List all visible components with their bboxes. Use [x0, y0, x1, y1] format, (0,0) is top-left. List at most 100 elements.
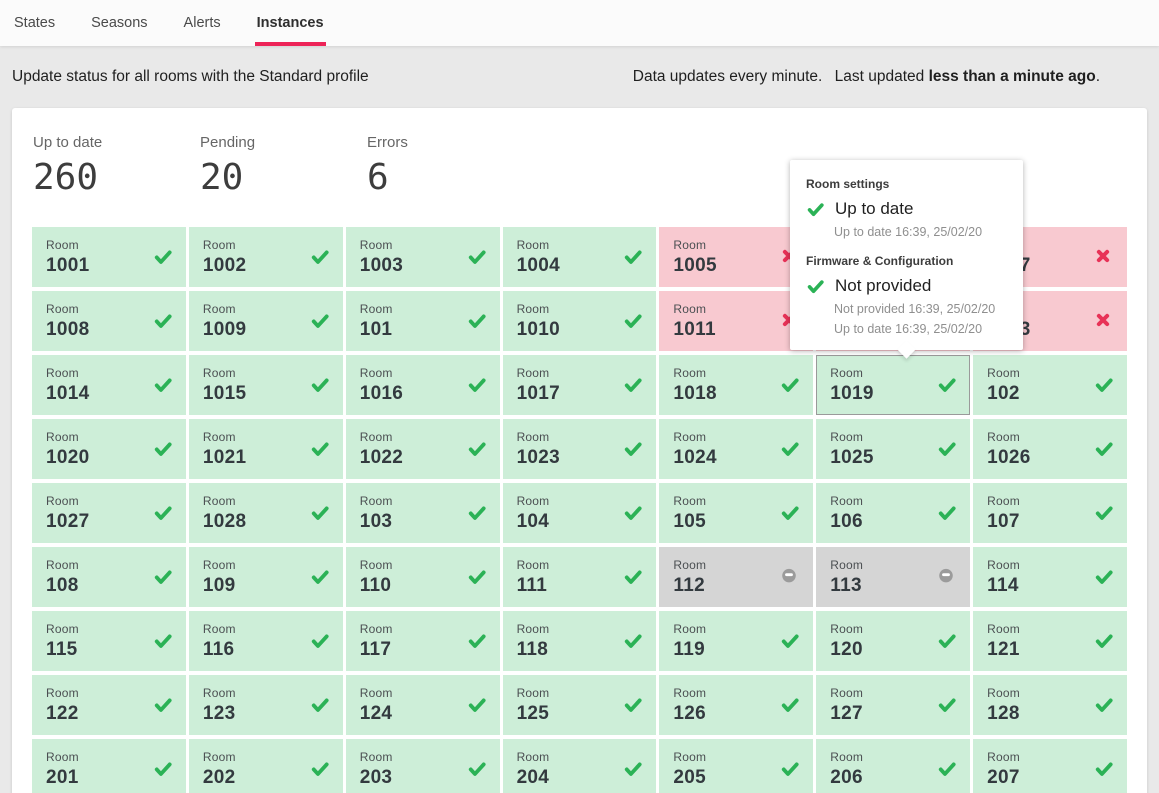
check-icon [467, 247, 487, 267]
room-card[interactable]: Room 1014 [32, 355, 186, 415]
tooltip-detail: Up to date 16:39, 25/02/20 [834, 322, 1007, 336]
update-frequency-text: Data updates every minute. [633, 68, 823, 85]
room-card[interactable]: Room 124 [346, 675, 500, 735]
check-icon [467, 375, 487, 395]
room-card[interactable]: Room 1009 [189, 291, 343, 351]
room-card[interactable]: Room 110 [346, 547, 500, 607]
last-updated-period: . [1096, 68, 1100, 85]
tab-states[interactable]: States [12, 0, 57, 46]
room-card[interactable]: Room 116 [189, 611, 343, 671]
error-x-icon [1094, 247, 1114, 267]
check-icon [310, 567, 330, 587]
room-card[interactable]: Room 207 [973, 739, 1127, 793]
room-card[interactable]: Room 123 [189, 675, 343, 735]
check-icon [623, 631, 643, 651]
room-card[interactable]: Room 127 [816, 675, 970, 735]
check-icon [1094, 759, 1114, 779]
room-card[interactable]: Room 1028 [189, 483, 343, 543]
pending-icon [937, 567, 957, 587]
room-card[interactable]: Room 1025 [816, 419, 970, 479]
room-card[interactable]: Room 108 [32, 547, 186, 607]
room-card[interactable]: Room 1027 [32, 483, 186, 543]
check-icon [780, 759, 800, 779]
room-card[interactable]: Room 105 [659, 483, 813, 543]
check-icon [1094, 695, 1114, 715]
room-card[interactable]: Room 202 [189, 739, 343, 793]
room-card[interactable]: Room 126 [659, 675, 813, 735]
room-card[interactable]: Room 203 [346, 739, 500, 793]
room-card[interactable]: Room 1016 [346, 355, 500, 415]
room-card[interactable]: Room 103 [346, 483, 500, 543]
room-card[interactable]: Room 1024 [659, 419, 813, 479]
tooltip-status-text: Up to date [835, 199, 913, 219]
room-card[interactable]: Room 201 [32, 739, 186, 793]
check-icon [623, 375, 643, 395]
room-card[interactable]: Room 1019 [816, 355, 970, 415]
room-card[interactable]: Room 1021 [189, 419, 343, 479]
room-card[interactable]: Room 1003 [346, 227, 500, 287]
check-icon [623, 439, 643, 459]
check-icon [806, 277, 825, 296]
room-card[interactable]: Room 1023 [503, 419, 657, 479]
check-icon [467, 759, 487, 779]
room-card[interactable]: Room 106 [816, 483, 970, 543]
room-card[interactable]: Room 112 [659, 547, 813, 607]
stat-label: Up to date [33, 134, 200, 151]
update-status-text: Data updates every minute. Last updated … [633, 68, 1100, 86]
room-card[interactable]: Room 206 [816, 739, 970, 793]
room-card[interactable]: Room 204 [503, 739, 657, 793]
pending-icon [780, 567, 800, 587]
check-icon [310, 695, 330, 715]
room-card[interactable]: Room 115 [32, 611, 186, 671]
room-card[interactable]: Room 120 [816, 611, 970, 671]
last-updated-value: less than a minute ago [929, 68, 1096, 85]
check-icon [467, 311, 487, 331]
tooltip-section-firmware: Firmware & Configuration Not provided No… [806, 254, 1007, 336]
check-icon [153, 375, 173, 395]
check-icon [623, 695, 643, 715]
tooltip-detail: Up to date 16:39, 25/02/20 [834, 225, 1007, 239]
stat-pending: Pending 20 [200, 134, 367, 196]
room-card[interactable]: Room 125 [503, 675, 657, 735]
room-card[interactable]: Room 205 [659, 739, 813, 793]
room-card[interactable]: Room 114 [973, 547, 1127, 607]
room-card[interactable]: Room 102 [973, 355, 1127, 415]
room-card[interactable]: Room 1022 [346, 419, 500, 479]
room-card[interactable]: Room 118 [503, 611, 657, 671]
check-icon [310, 759, 330, 779]
check-icon [780, 631, 800, 651]
room-card[interactable]: Room 1001 [32, 227, 186, 287]
room-card[interactable]: Room 113 [816, 547, 970, 607]
room-card[interactable]: Room 1017 [503, 355, 657, 415]
check-icon [937, 759, 957, 779]
room-card[interactable]: Room 1015 [189, 355, 343, 415]
room-card[interactable]: Room 1004 [503, 227, 657, 287]
tab-instances[interactable]: Instances [255, 0, 326, 46]
check-icon [153, 247, 173, 267]
room-card[interactable]: Room 101 [346, 291, 500, 351]
check-icon [623, 311, 643, 331]
room-card[interactable]: Room 1026 [973, 419, 1127, 479]
check-icon [153, 631, 173, 651]
tab-seasons[interactable]: Seasons [89, 0, 149, 46]
room-card[interactable]: Room 1010 [503, 291, 657, 351]
room-card[interactable]: Room 1020 [32, 419, 186, 479]
room-card[interactable]: Room 121 [973, 611, 1127, 671]
check-icon [153, 311, 173, 331]
room-card[interactable]: Room 119 [659, 611, 813, 671]
check-icon [623, 503, 643, 523]
room-card[interactable]: Room 117 [346, 611, 500, 671]
check-icon [937, 375, 957, 395]
tooltip-section-title: Room settings [806, 177, 1007, 191]
room-card[interactable]: Room 1018 [659, 355, 813, 415]
room-status-tooltip: Room settings Up to date Up to date 16:3… [790, 160, 1023, 350]
room-card[interactable]: Room 128 [973, 675, 1127, 735]
room-card[interactable]: Room 104 [503, 483, 657, 543]
room-card[interactable]: Room 122 [32, 675, 186, 735]
room-card[interactable]: Room 1008 [32, 291, 186, 351]
tab-alerts[interactable]: Alerts [182, 0, 223, 46]
room-card[interactable]: Room 111 [503, 547, 657, 607]
room-card[interactable]: Room 109 [189, 547, 343, 607]
room-card[interactable]: Room 1002 [189, 227, 343, 287]
room-card[interactable]: Room 107 [973, 483, 1127, 543]
